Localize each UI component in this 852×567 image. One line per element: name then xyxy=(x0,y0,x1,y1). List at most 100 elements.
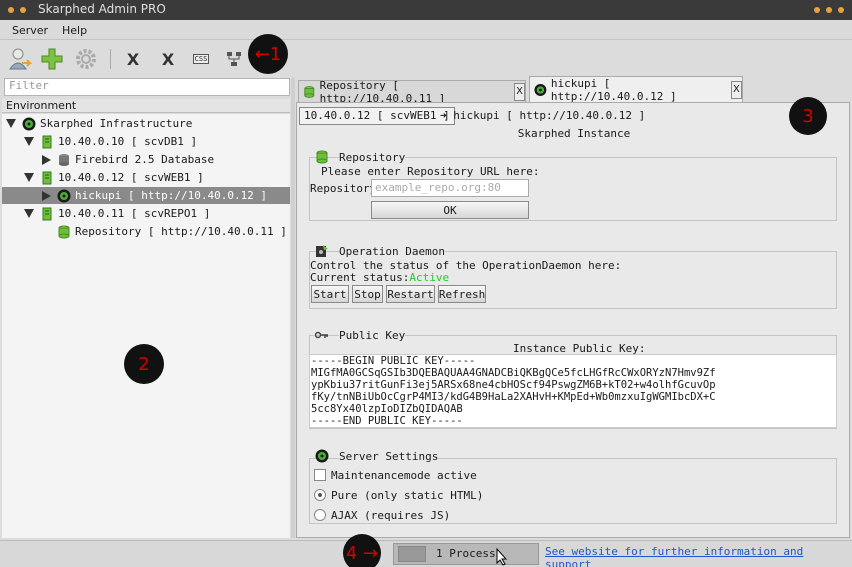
annotation-2: 2 xyxy=(124,344,164,384)
key-line: -----BEGIN PUBLIC KEY----- xyxy=(311,355,476,367)
restart-button[interactable]: Restart xyxy=(386,285,435,303)
stop-button[interactable]: Stop xyxy=(352,285,383,303)
progress-bar xyxy=(398,546,426,562)
css-button[interactable]: CSS xyxy=(187,45,215,73)
plus-icon xyxy=(41,48,63,70)
key-icon xyxy=(315,331,328,339)
tree-node-scvweb1[interactable]: 10.40.0.12 [ scvWEB1 ] xyxy=(24,169,204,186)
tab-bar: Repository [ http://10.40.0.11 ] X hicku… xyxy=(296,76,850,105)
start-button[interactable]: Start xyxy=(311,285,349,303)
window-controls-right[interactable] xyxy=(814,7,844,13)
process-indicator[interactable]: 1 Process xyxy=(393,543,539,566)
tree-label: 10.40.0.10 [ scvDB1 ] xyxy=(58,135,198,148)
tree-label: 10.40.0.11 [ scvREPO1 ] xyxy=(58,207,211,220)
repository-icon xyxy=(304,85,315,98)
menu-server[interactable]: Server xyxy=(12,24,48,37)
status-value: Active xyxy=(409,271,450,284)
collapse-icon[interactable] xyxy=(42,190,51,201)
expand-icon[interactable] xyxy=(24,209,34,218)
tree-label: hickupi [ http://10.40.0.12 ] xyxy=(75,189,268,202)
menu-help[interactable]: Help xyxy=(62,24,87,37)
network-button[interactable] xyxy=(220,45,248,73)
key-line: MIGfMA0GCSqGSIb3DQEBAQUAA4GNADCBiQKBgQCe… xyxy=(311,367,716,379)
group-title: Repository xyxy=(339,150,406,164)
expand-icon[interactable] xyxy=(24,137,34,146)
group-title: Public Key xyxy=(339,328,406,342)
key-line: ypKbiu37ritGunFi3ej5ARSx68ne4cbHOScf94Ps… xyxy=(311,379,716,391)
database-icon xyxy=(59,153,69,166)
environment-tree: Skarphed Infrastructure 10.40.0.10 [ scv… xyxy=(2,114,290,538)
tree-label: 10.40.0.12 [ scvWEB1 ] xyxy=(58,171,204,184)
tab-label: Repository [ http://10.40.0.11 ] xyxy=(319,78,446,105)
skarphed-logo-icon xyxy=(315,449,329,463)
tree-node-firebird[interactable]: Firebird 2.5 Database xyxy=(42,151,214,168)
tab-hickupi[interactable]: hickupi [ http://10.40.0.12 ] X xyxy=(529,76,743,103)
close-button-2[interactable]: X xyxy=(154,45,182,73)
tree-label: Skarphed Infrastructure xyxy=(40,117,193,130)
pane-splitter[interactable] xyxy=(291,78,295,538)
process-count: 1 Process xyxy=(436,547,496,560)
skarphed-logo-icon xyxy=(57,189,71,202)
page-title: Skarphed Instance xyxy=(517,127,631,140)
instance-panel: 10.40.0.12 [ scvWEB1 ] ➜ hickupi [ http:… xyxy=(296,97,850,538)
expand-icon[interactable] xyxy=(24,173,34,182)
group-title: Server Settings xyxy=(339,449,439,463)
annotation-1: ←1 xyxy=(248,34,288,74)
skarphed-logo-icon xyxy=(22,117,36,130)
status-bar: 4 → 1 Process See website for further in… xyxy=(0,534,852,567)
breadcrumb-instance: ➜ hickupi [ http://10.40.0.12 ] xyxy=(440,109,646,122)
tab-close-button[interactable]: X xyxy=(514,82,525,101)
window-title: Skarphed Admin PRO xyxy=(38,2,166,16)
ok-button[interactable]: OK xyxy=(371,201,529,219)
settings-button[interactable] xyxy=(72,45,100,73)
maintenance-checkbox[interactable] xyxy=(314,469,326,481)
repository-icon xyxy=(58,225,70,238)
filter-input[interactable]: Filter xyxy=(4,78,290,96)
toolbar: X X CSS ←1 xyxy=(0,34,852,77)
repository-group-header: Repository xyxy=(315,150,406,164)
status-label: Current status: xyxy=(310,271,410,284)
gear-icon xyxy=(76,49,96,69)
add-server-button[interactable] xyxy=(6,45,34,73)
daemon-status: Current status:Active xyxy=(310,271,449,284)
tree-node-repository[interactable]: Repository [ http://10.40.0.11 ] xyxy=(57,223,287,240)
server-icon xyxy=(42,207,52,220)
expand-icon[interactable] xyxy=(6,119,16,128)
settings-group-header: Server Settings xyxy=(315,449,439,463)
pure-label: Pure (only static HTML) xyxy=(331,489,484,502)
tree-node-scvdb1[interactable]: 10.40.0.10 [ scvDB1 ] xyxy=(24,133,197,150)
refresh-button[interactable]: Refresh xyxy=(438,285,486,303)
environment-header[interactable]: Environment xyxy=(2,99,290,113)
mouse-cursor-icon xyxy=(496,548,508,566)
key-line: -----END PUBLIC KEY----- xyxy=(311,415,463,427)
breadcrumb-server[interactable]: 10.40.0.12 [ scvWEB1 ] xyxy=(299,107,455,125)
add-button[interactable] xyxy=(38,45,66,73)
pure-radio[interactable] xyxy=(314,489,326,501)
repository-field-label: Repository xyxy=(310,182,377,195)
publickey-group-header: Public Key xyxy=(315,328,406,342)
repository-instruction: Please enter Repository URL here: xyxy=(321,165,540,178)
css-icon: CSS xyxy=(192,54,210,64)
tree-node-infrastructure[interactable]: Skarphed Infrastructure xyxy=(6,115,192,132)
ajax-radio[interactable] xyxy=(314,509,326,521)
tree-node-scvrepo1[interactable]: 10.40.0.11 [ scvREPO1 ] xyxy=(24,205,210,222)
tree-node-hickupi[interactable]: hickupi [ http://10.40.0.12 ] xyxy=(2,187,290,204)
menu-bar: Server Help xyxy=(0,20,852,40)
toolbar-separator xyxy=(110,49,111,69)
tree-label: Firebird 2.5 Database xyxy=(75,153,215,166)
repository-url-input[interactable]: example_repo.org:80 xyxy=(371,179,529,197)
repository-icon xyxy=(316,150,328,164)
publickey-text[interactable]: -----BEGIN PUBLIC KEY----- MIGfMA0GCSqGSI… xyxy=(309,354,837,428)
sidebar: Filter Environment Skarphed Infrastructu… xyxy=(2,78,290,538)
tab-label: hickupi [ http://10.40.0.12 ] xyxy=(550,76,677,103)
support-link[interactable]: See website for further information and … xyxy=(545,545,852,567)
maintenance-label: Maintenancemode active xyxy=(331,469,477,482)
collapse-icon[interactable] xyxy=(42,154,51,165)
key-line: fKy/tnNBiUbOcCgrP4MI3/kdG4B9HaLa2XAHvH+K… xyxy=(311,391,716,403)
window-controls-left[interactable] xyxy=(8,7,26,13)
tab-close-button[interactable]: X xyxy=(730,80,742,99)
key-line: 5cc8Yx40lzpIoDIZbQIDAQAB xyxy=(311,403,463,415)
close-button-1[interactable]: X xyxy=(119,45,147,73)
tab-repository[interactable]: Repository [ http://10.40.0.11 ] X xyxy=(298,78,526,105)
user-arrow-icon xyxy=(9,48,32,70)
